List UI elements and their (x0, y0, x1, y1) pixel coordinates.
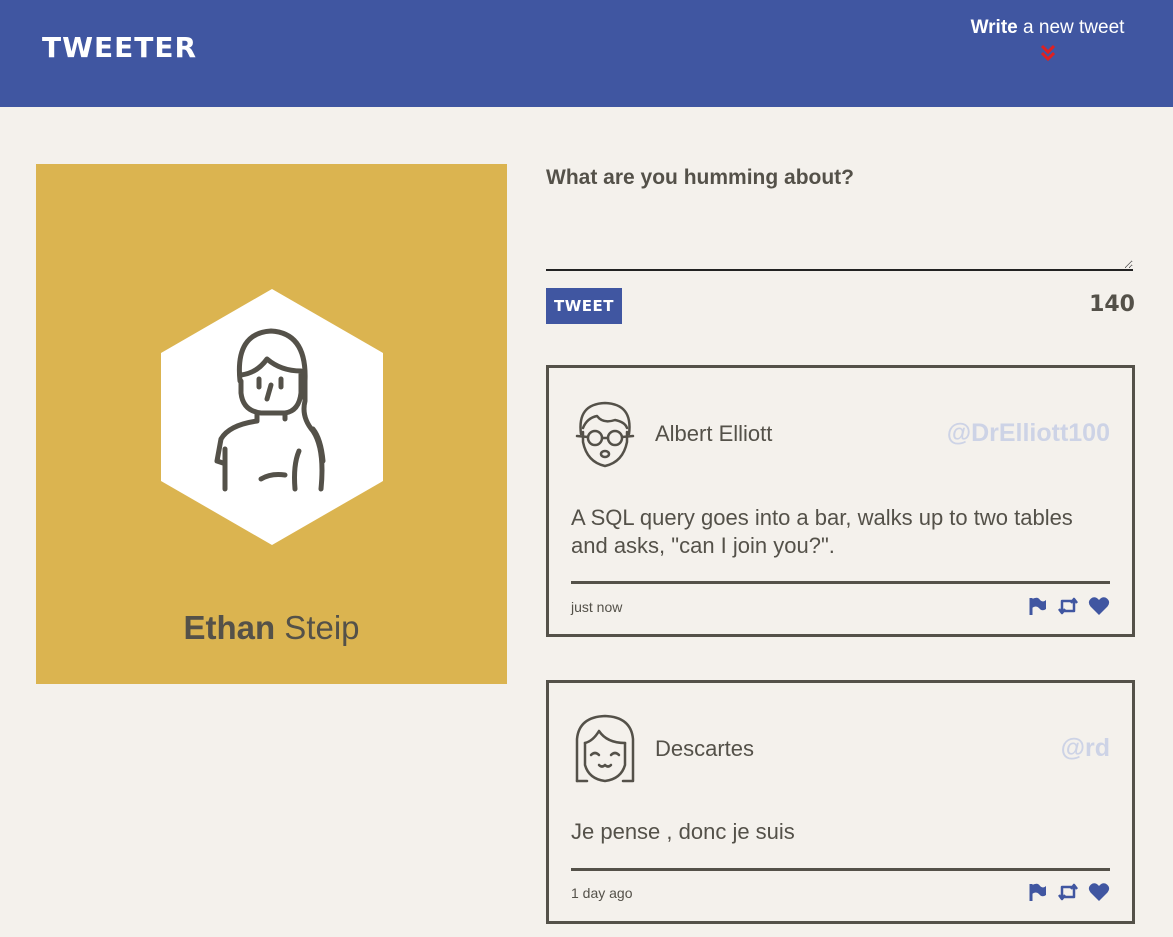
write-new-tweet-toggle[interactable]: Write a new tweet (960, 14, 1135, 62)
tweet-text: A SQL query goes into a bar, walks up to… (571, 505, 1073, 558)
tweet-timestamp: just now (571, 599, 623, 615)
new-tweet-section: What are you humming about? TWEET 140 (546, 164, 1135, 324)
compose-label: What are you humming about? (546, 166, 854, 189)
flag-icon[interactable] (1028, 882, 1048, 902)
woman-avatar-icon (161, 289, 383, 545)
tweet-text: Je pense , donc je suis (571, 819, 795, 844)
tweet-divider (571, 581, 1110, 584)
write-new-tweet-label[interactable]: Write a new tweet (960, 14, 1135, 42)
flag-icon[interactable] (1028, 596, 1048, 616)
retweet-icon[interactable] (1057, 882, 1079, 902)
tweet-header: Descartes @rd (571, 713, 1110, 785)
retweet-icon[interactable] (1057, 596, 1079, 616)
tweet-submit-button[interactable]: TWEET (546, 288, 622, 324)
tweet-actions (1028, 882, 1110, 902)
heart-icon[interactable] (1088, 596, 1110, 616)
profile-user-name: Ethan Steip (183, 609, 360, 646)
tweet-divider (571, 868, 1110, 871)
tweet-actions (1028, 596, 1110, 616)
brand-logo[interactable]: TWEETER (42, 32, 197, 64)
top-nav: TWEETER Write a new tweet (0, 0, 1173, 107)
tweet-header: Albert Elliott @DrElliott100 (571, 398, 1110, 470)
heart-icon[interactable] (1088, 882, 1110, 902)
tweet-text-input[interactable] (546, 204, 1133, 271)
tweet-author-handle[interactable]: @rd (1061, 733, 1110, 763)
character-counter: 140 (1089, 292, 1135, 317)
man-glasses-avatar-icon (575, 401, 635, 468)
tweet-author-name[interactable]: Descartes (655, 735, 754, 763)
profile-card: Ethan Steip (36, 164, 507, 684)
tweet-author-handle[interactable]: @DrElliott100 (947, 418, 1110, 448)
tweet-card: Albert Elliott @DrElliott100 A SQL query… (546, 365, 1135, 637)
girl-bangs-avatar-icon (575, 714, 635, 783)
tweet-timestamp: 1 day ago (571, 885, 633, 901)
tweet-card: Descartes @rd Je pense , donc je suis 1 … (546, 680, 1135, 924)
double-chevron-down-icon[interactable] (1039, 44, 1057, 62)
tweet-author-name[interactable]: Albert Elliott (655, 420, 772, 448)
